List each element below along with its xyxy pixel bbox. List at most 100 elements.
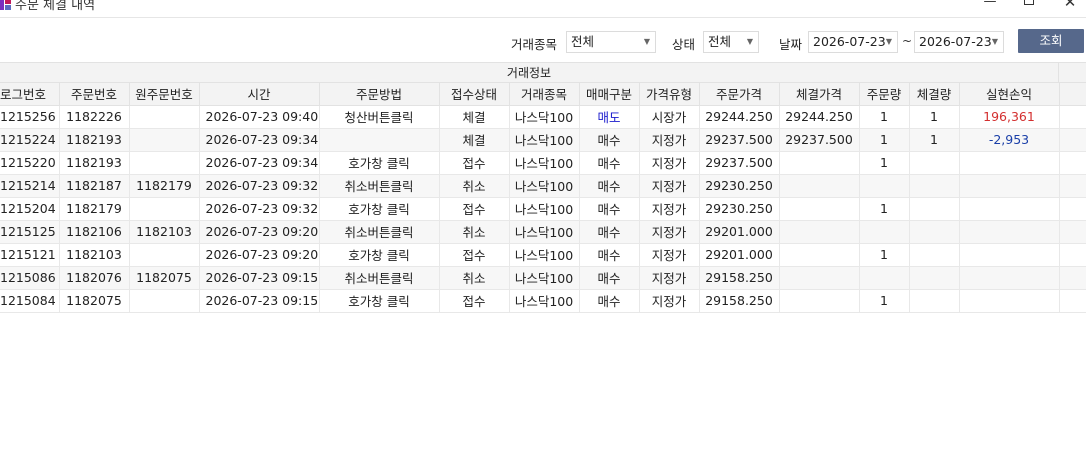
status-label: 상태: [672, 37, 696, 52]
table-cell: [959, 266, 1060, 290]
column-header[interactable]: 주문방법: [319, 83, 440, 106]
table-cell: 1: [909, 105, 960, 129]
table-cell: 취소: [439, 174, 510, 198]
column-header-spacer: [1059, 83, 1086, 106]
column-header[interactable]: 가격유형: [639, 83, 700, 106]
table-cell: 1182187: [59, 174, 130, 198]
table-cell: 1182193: [59, 151, 130, 175]
table-row[interactable]: 1215121 1182103 2026-07-23 09:20... 호가창 클릭 접…: [0, 243, 1086, 267]
order-history-grid: 거래정보 로그번호 주문번호 원주문번호 시간 주문방법 접수상태 거래종목 매매구분 가격유형…: [0, 62, 1086, 453]
table-row[interactable]: 1215204 1182179 2026-07-23 09:32... 호가창 클릭 접…: [0, 197, 1086, 221]
table-cell: 1182179: [129, 174, 200, 198]
table-cell: 1182076: [59, 266, 130, 290]
table-row[interactable]: 1215086 1182076 1182075 2026-07-23 09:15...…: [0, 266, 1086, 290]
table-cell: 매수: [579, 128, 640, 152]
date-from-picker[interactable]: 2026-07-23 ▼: [808, 31, 898, 53]
table-cell: 지정가: [639, 266, 700, 290]
column-header[interactable]: 주문가격: [699, 83, 780, 106]
column-header-row: 로그번호 주문번호 원주문번호 시간 주문방법 접수상태 거래종목 매매구분 가격유형 주문가격 체…: [0, 83, 1086, 106]
order-table: 로그번호 주문번호 원주문번호 시간 주문방법 접수상태 거래종목 매매구분 가격유형 주문가격 체…: [0, 83, 1086, 313]
table-cell: 1182193: [59, 128, 130, 152]
table-cell: 1: [859, 289, 910, 313]
table-cell: [129, 289, 200, 313]
table-cell: [909, 266, 960, 290]
maximize-icon: [1024, 0, 1034, 5]
table-cell: 2026-07-23 09:34...: [199, 151, 320, 175]
table-cell: [319, 128, 440, 152]
table-cell: 매수: [579, 220, 640, 244]
table-cell: 시장가: [639, 105, 700, 129]
table-cell: 호가창 클릭: [319, 243, 440, 267]
chevron-down-icon: ▼: [991, 37, 998, 46]
table-cell: 매수: [579, 151, 640, 175]
table-cell: 매수: [579, 197, 640, 221]
table-cell: 29158.250: [699, 266, 780, 290]
table-cell: [959, 220, 1060, 244]
table-row[interactable]: 1215125 1182106 1182103 2026-07-23 09:20...…: [0, 220, 1086, 244]
table-cell: 2026-07-23 09:34...: [199, 128, 320, 152]
table-cell: 취소버튼클릭: [319, 174, 440, 198]
date-to-picker[interactable]: 2026-07-23 ▼: [914, 31, 1004, 53]
table-cell: 호가창 클릭: [319, 151, 440, 175]
table-cell: 나스닥100: [509, 266, 580, 290]
table-row[interactable]: 1215084 1182075 2026-07-23 09:15... 호가창 클릭 접…: [0, 289, 1086, 313]
table-cell: 1: [859, 105, 910, 129]
table-body: 1215256 1182226 2026-07-23 09:40... 청산버튼클릭 체…: [0, 105, 1086, 313]
table-cell: 매수: [579, 266, 640, 290]
column-header[interactable]: 로그번호: [0, 83, 60, 106]
column-header[interactable]: 접수상태: [439, 83, 510, 106]
table-row[interactable]: 1215224 1182193 2026-07-23 09:34... 체결 나스닥10…: [0, 128, 1086, 152]
table-cell: 29237.500: [699, 128, 780, 152]
chevron-down-icon: ▼: [885, 37, 892, 46]
table-cell: 청산버튼클릭: [319, 105, 440, 129]
table-cell: 1182226: [59, 105, 130, 129]
symbol-label: 거래종목: [511, 37, 558, 52]
column-header[interactable]: 체결가격: [779, 83, 860, 106]
table-cell: 접수: [439, 243, 510, 267]
table-cell: 취소: [439, 266, 510, 290]
window-title: 주문 체결 내역: [15, 0, 96, 13]
symbol-select-value: 전체: [571, 34, 595, 49]
table-cell: 접수: [439, 289, 510, 313]
table-cell: [959, 151, 1060, 175]
table-cell: 29244.250: [699, 105, 780, 129]
table-cell: 1215125: [0, 220, 60, 244]
table-cell: 2026-07-23 09:20...: [199, 220, 320, 244]
app-logo-icon: [0, 0, 11, 10]
table-cell: 지정가: [639, 174, 700, 198]
column-header[interactable]: 원주문번호: [129, 83, 200, 106]
table-row[interactable]: 1215214 1182187 1182179 2026-07-23 09:32...…: [0, 174, 1086, 198]
query-button[interactable]: 조회: [1018, 29, 1084, 53]
maximize-button[interactable]: [1014, 0, 1044, 10]
table-cell-spacer: [1059, 243, 1086, 267]
table-cell: 체결: [439, 105, 510, 129]
column-header[interactable]: 주문번호: [59, 83, 130, 106]
table-cell: 접수: [439, 197, 510, 221]
table-cell: [959, 243, 1060, 267]
minimize-button[interactable]: —: [975, 0, 1005, 10]
status-select-value: 전체: [708, 34, 732, 49]
column-header[interactable]: 주문량: [859, 83, 910, 106]
status-select[interactable]: 전체 ▼: [703, 31, 759, 53]
table-cell: 1182103: [129, 220, 200, 244]
close-button[interactable]: ✕: [1055, 0, 1085, 10]
table-row[interactable]: 1215256 1182226 2026-07-23 09:40... 청산버튼클릭 체…: [0, 105, 1086, 129]
table-row[interactable]: 1215220 1182193 2026-07-23 09:34... 호가창 클릭 접…: [0, 151, 1086, 175]
table-cell: 나스닥100: [509, 289, 580, 313]
chevron-down-icon: ▼: [746, 37, 753, 46]
symbol-select[interactable]: 전체 ▼: [566, 31, 656, 53]
table-cell: 2026-07-23 09:15...: [199, 266, 320, 290]
table-cell: 나스닥100: [509, 174, 580, 198]
table-cell: 1: [859, 151, 910, 175]
table-cell: 나스닥100: [509, 105, 580, 129]
table-cell: 1: [909, 128, 960, 152]
column-header[interactable]: 시간: [199, 83, 320, 106]
column-header[interactable]: 매매구분: [579, 83, 640, 106]
column-header[interactable]: 거래종목: [509, 83, 580, 106]
table-cell: 29244.250: [779, 105, 860, 129]
table-cell-spacer: [1059, 197, 1086, 221]
table-cell: [779, 174, 860, 198]
column-header[interactable]: 실현손익: [959, 83, 1060, 106]
table-cell: 2026-07-23 09:20...: [199, 243, 320, 267]
column-header[interactable]: 체결량: [909, 83, 960, 106]
